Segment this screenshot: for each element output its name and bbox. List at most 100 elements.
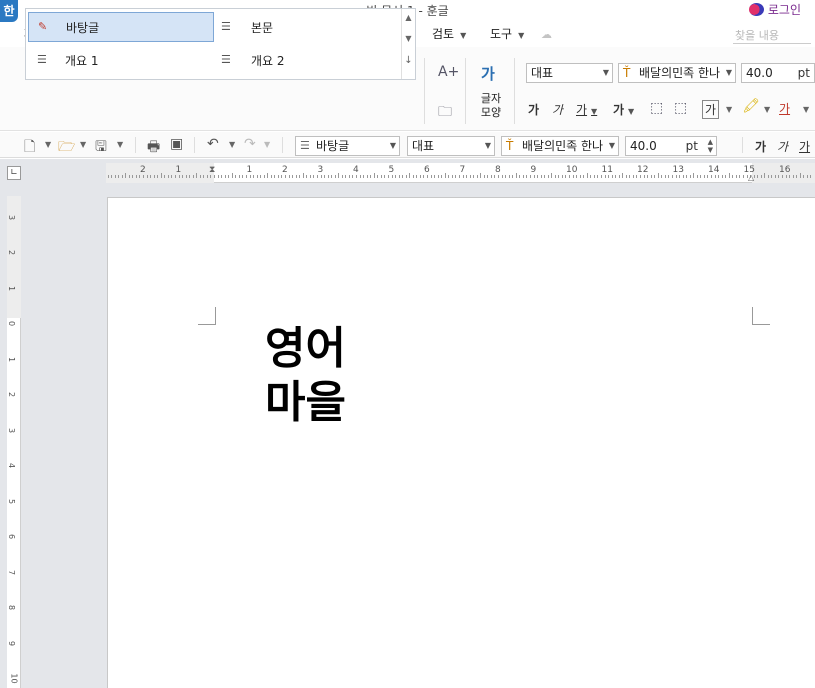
style-gallery: ✎ 바탕글 ☰ 본문 ☰ 개요 1 ☰ 개요 2 ▲ ▼ ↓: [25, 8, 416, 80]
lang-combo-toolbar[interactable]: 대표 ▼: [407, 136, 495, 156]
ruler-tick: [143, 175, 144, 178]
border-dashed-icon[interactable]: ⬚: [674, 100, 687, 116]
ruler-number: 3: [7, 214, 17, 220]
vertical-ruler[interactable]: 3 2 1 0 1 2 3 4 5 6 7 8 9 10: [7, 196, 21, 688]
ruler-number: 2: [7, 391, 17, 398]
style-item-outline-2[interactable]: ☰ 개요 2: [221, 45, 401, 75]
ruler-tick: [718, 175, 720, 178]
ruler-tick: [771, 175, 773, 178]
spin-icon[interactable]: ▲ ▼: [708, 138, 713, 154]
menu-review[interactable]: 검토 ▼: [428, 24, 470, 44]
gallery-scrollbar[interactable]: ▲ ▼ ↓: [401, 9, 415, 79]
document-body-text[interactable]: 영어 마을: [265, 322, 346, 430]
account-icon: [748, 3, 764, 16]
ruler-tick: [327, 175, 329, 178]
ruler-tick: [111, 175, 113, 178]
menu-tools[interactable]: 도구 ▼: [486, 24, 528, 44]
char-border-button[interactable]: 가: [702, 100, 720, 119]
ruler-tick: [174, 175, 176, 178]
ruler-tick: [199, 175, 201, 178]
ruler-tick: [721, 175, 723, 178]
ruler-tick: [561, 175, 563, 178]
tab-type-selector[interactable]: ∟: [7, 166, 21, 180]
scroll-up-icon[interactable]: ▲: [402, 13, 415, 22]
login-button[interactable]: 로그인: [748, 1, 801, 18]
chevron-down-icon[interactable]: ▼: [726, 105, 732, 114]
ruler-tick: [249, 175, 251, 178]
style-folder-icon[interactable]: 🗀: [438, 101, 452, 125]
ruler-number: 14: [708, 165, 720, 175]
ruler-tick: [352, 175, 354, 178]
style-item-outline-1[interactable]: ☰ 개요 1: [28, 45, 214, 75]
ruler-tick: [494, 175, 496, 178]
ruler-number: 3: [7, 427, 17, 433]
chevron-down-icon[interactable]: ▼: [803, 105, 809, 114]
ruler-tick: [178, 175, 180, 178]
right-margin-marker-icon[interactable]: △: [748, 173, 754, 182]
cloud-icon[interactable]: ☁: [541, 28, 557, 41]
chevron-down-icon[interactable]: ▼: [45, 140, 51, 149]
font-size-input-toolbar[interactable]: 40.0 pt ▲ ▼: [625, 136, 717, 156]
scroll-down-icon[interactable]: ▼: [402, 34, 415, 43]
ruler-tick: [338, 173, 340, 178]
save-icon[interactable]: 🖫: [95, 136, 107, 160]
underline-button-toolbar[interactable]: 가: [799, 138, 810, 155]
ruler-tick: [192, 175, 194, 178]
ruler-number: 9: [530, 165, 537, 175]
style-combo[interactable]: ☰ 바탕글 ▼: [295, 136, 400, 156]
find-input[interactable]: 찾을 내용: [733, 27, 811, 44]
ruler-number: 3: [317, 165, 324, 175]
ruler-tick: [647, 175, 649, 178]
bold-button-toolbar[interactable]: 가: [755, 138, 766, 155]
font-color-button[interactable]: 가: [779, 100, 790, 117]
ruler-tick: [508, 175, 510, 178]
chevron-down-icon[interactable]: ▼: [264, 140, 270, 149]
lang-combo[interactable]: 대표 ▼: [526, 63, 613, 83]
highlighter-icon[interactable]: 🖍: [742, 98, 760, 114]
bold-button[interactable]: 가: [528, 101, 539, 118]
underline-button[interactable]: 가 ▼: [576, 101, 597, 118]
ruler-number: 7: [7, 569, 17, 575]
ruler-tick: [295, 175, 297, 178]
ruler-tick: [405, 175, 407, 178]
border-grid-icon[interactable]: ⬚: [650, 100, 663, 116]
char-shape-icon[interactable]: 가: [481, 63, 495, 84]
undo-icon[interactable]: ↶: [207, 136, 219, 152]
font-combo[interactable]: Ť 배달의민족 한나 ▼: [618, 63, 736, 83]
font-combo-toolbar[interactable]: Ť 배달의민족 한나 ▼: [501, 136, 619, 156]
style-item-body-text[interactable]: ✎ 바탕글: [28, 12, 214, 42]
ruler-tick: [121, 175, 123, 178]
new-document-icon[interactable]: 🗋: [24, 136, 35, 160]
font-size-input[interactable]: 40.0 pt: [741, 63, 815, 83]
document-page[interactable]: [107, 197, 815, 688]
indent-marker-icon[interactable]: ⧗: [209, 165, 215, 175]
italic-button[interactable]: 가: [552, 101, 563, 118]
ruler-tick: [782, 175, 783, 178]
chevron-down-icon[interactable]: ▼: [229, 140, 235, 149]
chevron-down-icon[interactable]: ▼: [764, 105, 770, 114]
chevron-down-icon[interactable]: ▼: [117, 140, 123, 149]
text-line: 영어: [265, 323, 346, 374]
chevron-down-icon[interactable]: ▼: [80, 140, 86, 149]
ruler-tick: [643, 175, 645, 178]
strike-button[interactable]: 가 ▼: [613, 101, 634, 118]
char-shape-button[interactable]: 글자 모양: [480, 92, 502, 120]
ruler-tick: [735, 175, 737, 178]
add-style-icon[interactable]: A+: [438, 64, 459, 80]
ruler-tick: [515, 173, 517, 178]
ruler-tick: [139, 175, 141, 178]
chevron-down-icon: ▼: [602, 68, 609, 77]
gallery-expand-icon[interactable]: ↓: [402, 55, 415, 66]
horizontal-ruler[interactable]: 2 1 1 2 3 4 5 6 7 8 9 10 11 12 13 14 15 16 ⧗ △: [106, 163, 815, 183]
print-icon[interactable]: 🖶: [147, 136, 160, 160]
print-preview-icon[interactable]: ▣: [170, 136, 183, 152]
ruler-tick: [366, 175, 368, 178]
style-item-main-text[interactable]: ☰ 본문: [221, 12, 401, 42]
italic-button-toolbar[interactable]: 가: [777, 138, 788, 155]
open-folder-icon[interactable]: 🗁: [58, 136, 75, 160]
ruler-tick: [522, 175, 524, 178]
ruler-tick: [434, 175, 436, 178]
ruler-number: 2: [7, 249, 17, 256]
ruler-tick: [164, 175, 166, 178]
redo-icon[interactable]: ↷: [244, 136, 256, 152]
